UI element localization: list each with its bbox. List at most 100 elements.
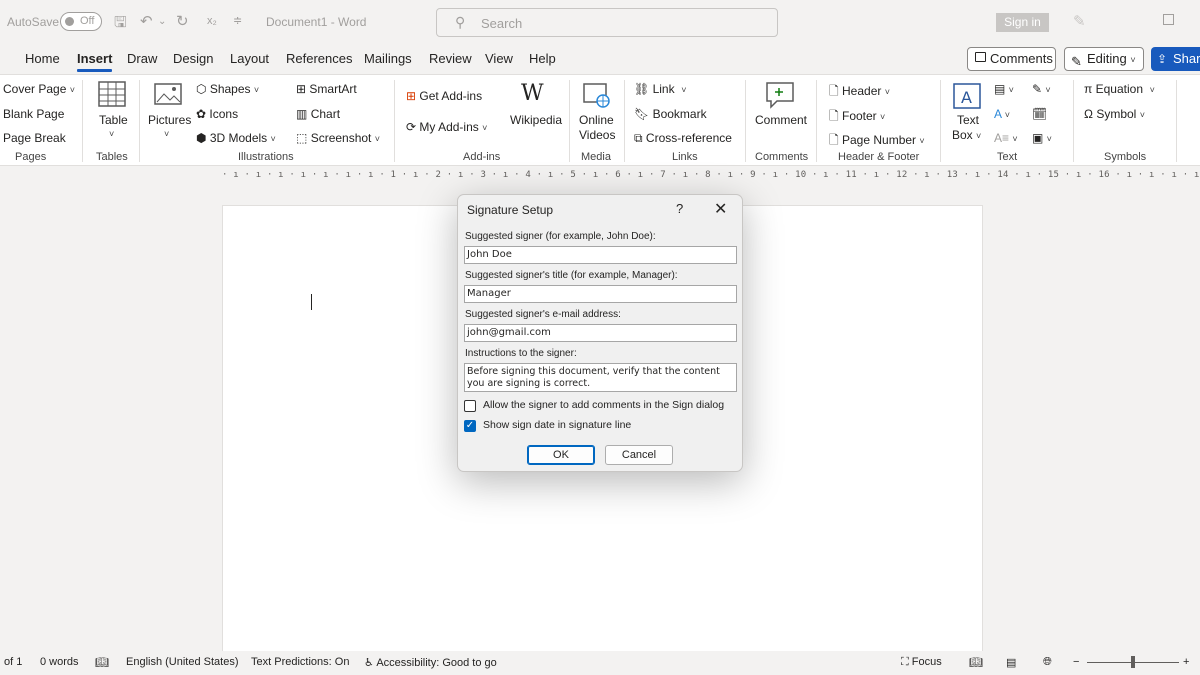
signature-line-button[interactable]: ✎ ˅: [1032, 82, 1051, 96]
zoom-slider-handle[interactable]: [1131, 656, 1135, 668]
comments-button[interactable]: Comments: [967, 47, 1056, 71]
page-number-label: Page Number: [842, 133, 917, 147]
chevron-down-icon: ˅: [880, 112, 886, 122]
signer-title-input[interactable]: Manager: [464, 285, 737, 303]
share-label: Share: [1173, 51, 1200, 66]
cover-page-label: Cover Page: [3, 82, 67, 96]
tab-review[interactable]: Review: [429, 51, 472, 66]
tab-insert[interactable]: Insert: [77, 51, 113, 72]
tab-help[interactable]: Help: [529, 51, 556, 66]
accessibility-status[interactable]: ♿︎ Accessibility: Good to go: [364, 656, 497, 669]
ribbon-divider: [816, 80, 817, 162]
close-icon[interactable]: ✕: [714, 199, 727, 219]
smartart-button[interactable]: ⊞ SmartArt: [296, 82, 357, 96]
ribbon-divider: [394, 80, 395, 162]
show-date-checkbox[interactable]: ✓: [464, 420, 476, 432]
wordart-button[interactable]: A ˅: [994, 107, 1010, 121]
redo-icon[interactable]: ↻: [176, 12, 189, 30]
web-layout-icon[interactable]: 🌐︎: [1043, 656, 1052, 669]
tab-draw[interactable]: Draw: [127, 51, 157, 66]
tab-references[interactable]: References: [286, 51, 352, 66]
show-date-label[interactable]: Show sign date in signature line: [483, 419, 631, 431]
footer-label: Footer: [842, 109, 877, 123]
sign-in-button[interactable]: Sign in: [996, 13, 1049, 32]
editing-button[interactable]: ✎ Editing ˅: [1064, 47, 1144, 71]
date-time-icon[interactable]: 🗓︎: [1032, 107, 1047, 121]
chart-icon: ▥: [296, 107, 308, 121]
undo-icon[interactable]: ↶: [140, 12, 153, 30]
search-box[interactable]: ⚲ Search: [436, 8, 778, 37]
allow-comments-checkbox[interactable]: [464, 400, 476, 412]
zoom-in-button[interactable]: +: [1183, 656, 1189, 668]
3d-models-button[interactable]: ⬢ 3D Models ˅: [196, 131, 276, 145]
signer-input[interactable]: John Doe: [464, 246, 737, 264]
pencil-icon: ✎: [1071, 54, 1082, 69]
title-bar: AutoSave Off 🖫 ↶ ⌄ ↻ x₂ ≑ Document1 - Wo…: [0, 0, 1200, 44]
horizontal-ruler[interactable]: · ı · ı · ı · ı · ı · ı · ı · 1 · ı · 2 …: [222, 170, 1199, 183]
language-status[interactable]: English (United States): [126, 656, 239, 668]
equation-button[interactable]: π Equation ˅: [1084, 82, 1155, 96]
footer-button[interactable]: 🗋︎ Footer ˅: [829, 107, 885, 128]
share-button[interactable]: ⇪ Share: [1151, 47, 1200, 71]
word-count[interactable]: 0 words: [40, 656, 79, 668]
symbol-button[interactable]: Ω Symbol ˅: [1084, 107, 1145, 121]
tab-design[interactable]: Design: [173, 51, 213, 66]
signer-title-label: Suggested signer's title (for example, M…: [465, 270, 678, 281]
ribbon-divider: [82, 80, 83, 162]
tab-mailings[interactable]: Mailings: [364, 51, 412, 66]
print-layout-icon[interactable]: ▤: [1006, 656, 1016, 669]
new-comment-icon: [766, 82, 794, 109]
equation-label: Equation: [1095, 82, 1143, 96]
text-predictions-status[interactable]: Text Predictions: On: [251, 656, 349, 668]
object-button[interactable]: ▣ ˅: [1032, 131, 1052, 145]
screenshot-button[interactable]: ⬚ Screenshot ˅: [296, 131, 380, 145]
header-icon: 🗋︎: [829, 84, 839, 98]
restore-window-icon[interactable]: [1163, 14, 1174, 25]
screenshot-icon: ⬚: [296, 131, 308, 145]
drop-cap-button[interactable]: A≡ ˅: [994, 131, 1018, 145]
undo-dropdown-icon[interactable]: ⌄: [158, 16, 166, 27]
chevron-down-icon: ˅: [253, 85, 260, 95]
email-input[interactable]: john@gmail.com: [464, 324, 737, 342]
proofing-icon[interactable]: 📖︎: [95, 656, 109, 669]
quick-parts-button[interactable]: ▤ ˅: [994, 82, 1014, 96]
autosave-toggle[interactable]: Off: [60, 12, 102, 31]
shapes-button[interactable]: ⬡ Shapes ˅: [196, 82, 259, 96]
wikipedia-label: Wikipedia: [510, 113, 563, 127]
chevron-down-icon: ˅: [1139, 110, 1145, 120]
tab-home[interactable]: Home: [25, 51, 60, 66]
ok-button[interactable]: OK: [527, 445, 595, 465]
cross-reference-button[interactable]: ⧉ Cross-reference: [634, 131, 732, 146]
cover-page-button[interactable]: Cover Page ˅: [3, 82, 75, 96]
read-mode-icon[interactable]: 📖︎: [969, 656, 983, 669]
blank-page-button[interactable]: Blank Page: [3, 107, 64, 121]
chevron-down-icon: ˅: [884, 87, 890, 97]
icons-button[interactable]: ✿ Icons: [196, 107, 238, 121]
save-icon[interactable]: 🖫: [114, 12, 127, 37]
customize-toolbar-icon[interactable]: ≑: [233, 14, 242, 27]
allow-comments-label[interactable]: Allow the signer to add comments in the …: [483, 399, 724, 411]
3d-models-label: 3D Models: [209, 131, 268, 145]
icons-label: Icons: [209, 107, 239, 121]
table-icon: [98, 81, 126, 107]
help-button[interactable]: ?: [676, 201, 683, 216]
focus-button[interactable]: ⛶ Focus: [901, 656, 942, 669]
subscript-icon[interactable]: x₂: [207, 15, 217, 27]
instructions-textarea[interactable]: Before signing this document, verify tha…: [464, 363, 737, 392]
my-addins-button[interactable]: ⟳ My Add-ins ˅: [406, 120, 487, 134]
header-button[interactable]: 🗋︎ Header ˅: [829, 82, 890, 103]
cancel-button[interactable]: Cancel: [605, 445, 673, 465]
tab-view[interactable]: View: [485, 51, 513, 66]
pen-icon[interactable]: ✎: [1073, 12, 1086, 30]
page-break-button[interactable]: Page Break: [3, 131, 66, 145]
page-count[interactable]: of 1: [4, 656, 22, 668]
signature-setup-dialog: Signature Setup ? ✕ Suggested signer (fo…: [457, 194, 743, 472]
chart-button[interactable]: ▥ Chart: [296, 107, 340, 121]
get-addins-button[interactable]: ⊞ Get Add-ins: [406, 89, 482, 103]
zoom-out-button[interactable]: −: [1073, 656, 1079, 668]
page-number-button[interactable]: 🗋︎ Page Number ˅: [829, 131, 925, 152]
link-button[interactable]: ⛓ Link ˅: [634, 82, 687, 96]
bookmark-button[interactable]: 🔖︎ Bookmark: [634, 107, 707, 121]
link-label: Link: [652, 82, 675, 96]
tab-layout[interactable]: Layout: [230, 51, 269, 66]
